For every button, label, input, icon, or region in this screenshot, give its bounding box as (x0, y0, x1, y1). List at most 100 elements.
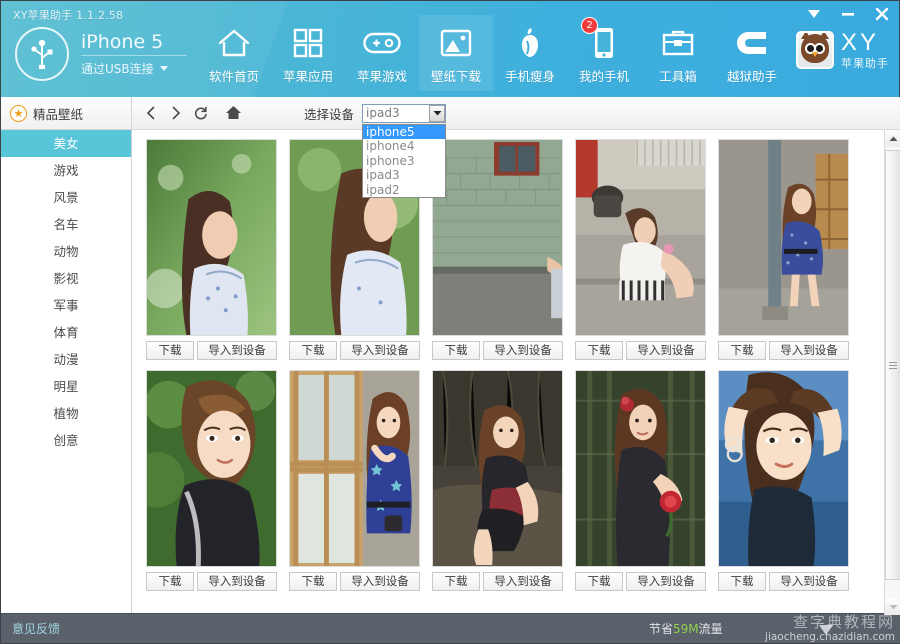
sidebar-item-creative[interactable]: 创意 (1, 427, 131, 454)
wallpaper-thumbnail[interactable] (432, 370, 563, 567)
nav-item-wallpaper-download[interactable]: 壁纸下载 (419, 15, 493, 91)
import-to-device-button[interactable]: 导入到设备 (340, 572, 420, 591)
device-option-ipad2[interactable]: ipad2 (363, 183, 445, 198)
sidebar-item-animals[interactable]: 动物 (1, 238, 131, 265)
wallpaper-image (433, 371, 562, 566)
browser-toolbar: 选择设备 ipad3 iphone5 iphone4 iphone3 ipad3… (132, 97, 900, 198)
scrollbar-thumb[interactable] (885, 150, 900, 580)
star-icon: ★ (10, 104, 27, 122)
wallpaper-card[interactable]: 下载 导入到设备 (432, 370, 574, 591)
wallpaper-card[interactable]: 下载 导入到设备 (575, 139, 717, 360)
wallpaper-card[interactable]: 下载 导入到设备 (718, 370, 860, 591)
sidebar-item-celebrity[interactable]: 明星 (1, 373, 131, 400)
wallpaper-card[interactable]: 下载 导入到设备 (575, 370, 717, 591)
nav-item-apple-apps[interactable]: 苹果应用 (271, 15, 345, 91)
sidebar-header: ★ 精品壁纸 (1, 97, 131, 130)
device-option-iphone5[interactable]: iphone5 (363, 124, 446, 139)
import-to-device-button[interactable]: 导入到设备 (626, 572, 706, 591)
device-connection-label: 通过USB连接 (81, 62, 154, 76)
chevron-right-icon (172, 106, 180, 120)
device-option-iphone3[interactable]: iphone3 (363, 154, 445, 169)
device-select-dropdown: iphone5 iphone4 iphone3 ipad3 ipad2 (362, 123, 447, 198)
download-button[interactable]: 下载 (575, 341, 623, 360)
sidebar-item-beauty[interactable]: 美女 (1, 130, 131, 157)
download-button[interactable]: 下载 (718, 341, 766, 360)
sidebar-header-label: 精品壁纸 (33, 106, 84, 122)
device-option-ipad3[interactable]: ipad3 (363, 168, 445, 183)
vertical-scrollbar[interactable] (884, 130, 900, 615)
import-to-device-button[interactable]: 导入到设备 (197, 572, 277, 591)
feedback-link[interactable]: 意见反馈 (12, 620, 60, 637)
back-button[interactable] (138, 101, 163, 126)
wallpaper-actions: 下载 导入到设备 (432, 341, 563, 360)
download-button[interactable]: 下载 (432, 572, 480, 591)
wallpaper-card[interactable]: 下载 导入到设备 (146, 370, 288, 591)
nav-item-my-phone[interactable]: 2 我的手机 (567, 15, 641, 91)
wallpaper-thumbnail[interactable] (575, 370, 706, 567)
wallpaper-actions: 下载 导入到设备 (146, 341, 277, 360)
wallpaper-image (147, 140, 276, 335)
sidebar-item-cars[interactable]: 名车 (1, 211, 131, 238)
download-button[interactable]: 下载 (146, 572, 194, 591)
wallpaper-image (719, 371, 848, 566)
import-to-device-button[interactable]: 导入到设备 (340, 341, 420, 360)
chevron-down-icon[interactable] (429, 104, 446, 122)
wallpaper-thumbnail[interactable] (146, 139, 277, 336)
import-to-device-button[interactable]: 导入到设备 (769, 572, 849, 591)
sidebar-item-military[interactable]: 军事 (1, 292, 131, 319)
sidebar-item-sports[interactable]: 体育 (1, 319, 131, 346)
sidebar-item-movies[interactable]: 影视 (1, 265, 131, 292)
watermark: 查字典教程网 jiaocheng.chazidian.com (765, 614, 895, 643)
sidebar-item-scenery[interactable]: 风景 (1, 184, 131, 211)
import-to-device-button[interactable]: 导入到设备 (769, 341, 849, 360)
watermark-en: jiaocheng.chazidian.com (765, 630, 895, 643)
nav-label: 工具箱 (659, 69, 697, 84)
app-version-title: XY苹果助手 1.1.2.58 (13, 9, 124, 22)
close-button[interactable] (873, 5, 891, 23)
forward-button[interactable] (163, 101, 188, 126)
triangle-up-icon (889, 136, 897, 141)
wallpaper-thumbnail[interactable] (146, 370, 277, 567)
app-window: XY苹果助手 1.1.2.58 iPhone 5 通过USB连接 软件首页 苹果… (0, 0, 900, 644)
download-button[interactable]: 下载 (146, 341, 194, 360)
wallpaper-card[interactable]: 下载 导入到设备 (718, 139, 860, 360)
connected-device-block[interactable]: iPhone 5 通过USB连接 (15, 27, 188, 81)
wallpaper-card[interactable]: 下载 导入到设备 (146, 139, 288, 360)
nav-item-software-home[interactable]: 软件首页 (197, 15, 271, 91)
nav-item-jailbreak[interactable]: 越狱助手 (715, 15, 789, 91)
nav-item-phone-slim[interactable]: 手机瘦身 (493, 15, 567, 91)
nav-item-toolbox[interactable]: 工具箱 (641, 15, 715, 91)
wallpaper-thumbnail[interactable] (432, 139, 563, 336)
picture-icon (440, 25, 472, 61)
minimize-to-tray-button[interactable] (805, 5, 823, 23)
wallpaper-card[interactable]: 下载 导入到设备 (432, 139, 574, 360)
import-to-device-button[interactable]: 导入到设备 (626, 341, 706, 360)
wallpaper-thumbnail[interactable] (575, 139, 706, 336)
grip-icon (889, 360, 897, 371)
import-to-device-button[interactable]: 导入到设备 (197, 341, 277, 360)
import-to-device-button[interactable]: 导入到设备 (483, 572, 563, 591)
nav-item-apple-games[interactable]: 苹果游戏 (345, 15, 419, 91)
brand-logo[interactable]: XY 苹果助手 (796, 31, 889, 69)
download-button[interactable]: 下载 (718, 572, 766, 591)
home-button[interactable] (221, 101, 246, 126)
download-button[interactable]: 下载 (432, 341, 480, 360)
device-option-iphone4[interactable]: iphone4 (363, 139, 445, 154)
device-connection-dropdown[interactable]: 通过USB连接 (81, 60, 187, 77)
wallpaper-thumbnail[interactable] (718, 139, 849, 336)
wallpaper-card[interactable]: 下载 导入到设备 (289, 370, 431, 591)
sidebar-item-games[interactable]: 游戏 (1, 157, 131, 184)
minimize-button[interactable] (839, 5, 857, 23)
scroll-down-button[interactable] (885, 598, 900, 615)
download-button[interactable]: 下载 (289, 341, 337, 360)
scroll-up-button[interactable] (885, 130, 900, 147)
sidebar-item-plants[interactable]: 植物 (1, 400, 131, 427)
wallpaper-thumbnail[interactable] (718, 370, 849, 567)
device-select[interactable]: ipad3 iphone5 iphone4 iphone3 ipad3 ipad… (362, 103, 447, 198)
refresh-button[interactable] (188, 101, 213, 126)
sidebar-item-anime[interactable]: 动漫 (1, 346, 131, 373)
wallpaper-thumbnail[interactable] (289, 370, 420, 567)
import-to-device-button[interactable]: 导入到设备 (483, 341, 563, 360)
download-button[interactable]: 下载 (575, 572, 623, 591)
download-button[interactable]: 下载 (289, 572, 337, 591)
